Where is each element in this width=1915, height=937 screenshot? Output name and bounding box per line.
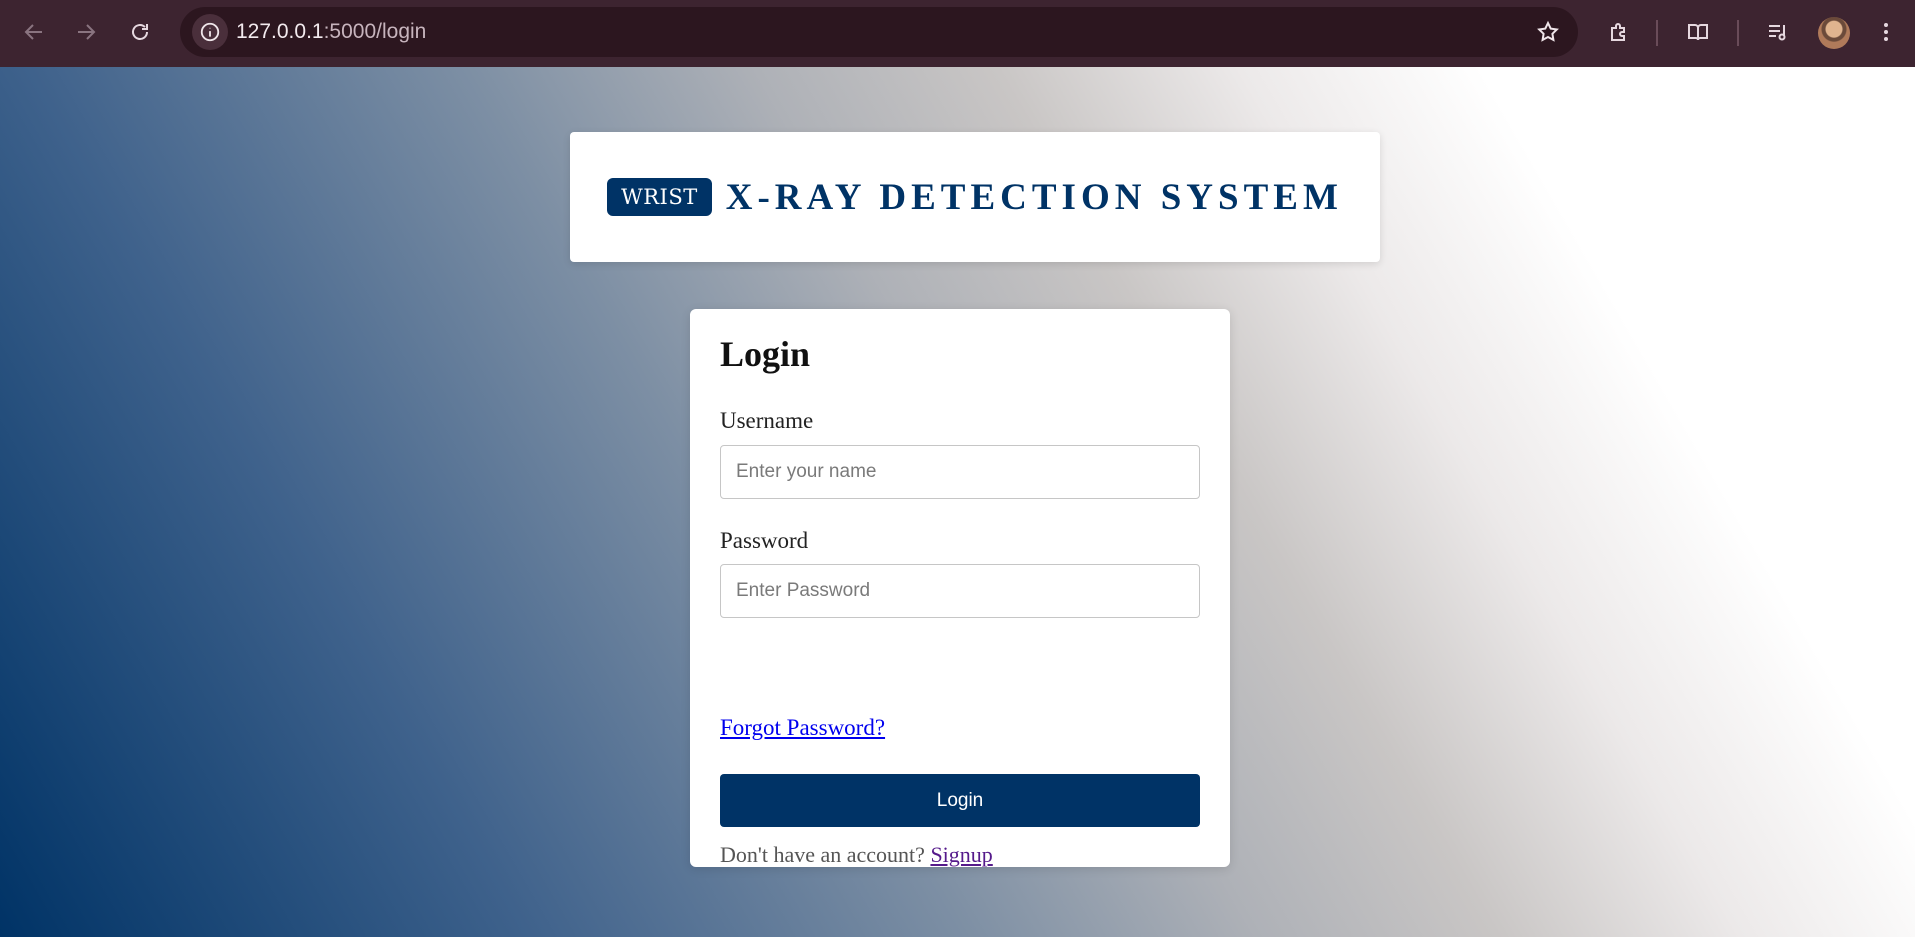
forgot-password-link[interactable]: Forgot Password? xyxy=(720,715,885,741)
url-text[interactable]: 127.0.0.1:5000/login xyxy=(236,7,426,57)
login-button[interactable]: Login xyxy=(720,774,1200,827)
password-label: Password xyxy=(720,528,809,553)
bookmark-star-icon[interactable] xyxy=(1536,20,1560,44)
browser-toolbar: 127.0.0.1:5000/login xyxy=(0,0,1915,67)
signup-prompt: Don't have an account? xyxy=(720,842,925,867)
username-input[interactable] xyxy=(720,445,1200,499)
signup-link[interactable]: Signup xyxy=(930,842,992,867)
media-controls-icon[interactable] xyxy=(1760,14,1796,50)
brand-title: X-RAY DETECTION SYSTEM xyxy=(725,176,1343,218)
toolbar-separator xyxy=(1656,20,1658,46)
brand-header: WRIST X-RAY DETECTION SYSTEM xyxy=(570,132,1380,262)
page-background: WRIST X-RAY DETECTION SYSTEM Login Usern… xyxy=(0,67,1915,937)
password-input[interactable] xyxy=(720,564,1200,618)
signup-prompt-line: Don't have an account? Signup xyxy=(720,842,993,868)
login-form: Login Username Password Forgot Password?… xyxy=(690,309,1230,867)
brand-badge: WRIST xyxy=(607,178,712,216)
forward-arrow-icon[interactable] xyxy=(68,14,104,50)
back-arrow-icon[interactable] xyxy=(16,14,52,50)
site-info-icon[interactable] xyxy=(192,14,228,50)
kebab-menu-icon[interactable] xyxy=(1868,14,1904,50)
profile-avatar[interactable] xyxy=(1818,17,1850,49)
extensions-icon[interactable] xyxy=(1601,14,1637,50)
address-bar[interactable]: 127.0.0.1:5000/login xyxy=(180,7,1578,57)
url-path: :5000/login xyxy=(323,20,427,43)
login-title: Login xyxy=(720,334,811,374)
reload-icon[interactable] xyxy=(122,14,158,50)
reading-mode-icon[interactable] xyxy=(1680,14,1716,50)
url-host: 127.0.0.1 xyxy=(236,20,324,43)
username-label: Username xyxy=(720,408,814,433)
toolbar-separator xyxy=(1737,20,1739,46)
